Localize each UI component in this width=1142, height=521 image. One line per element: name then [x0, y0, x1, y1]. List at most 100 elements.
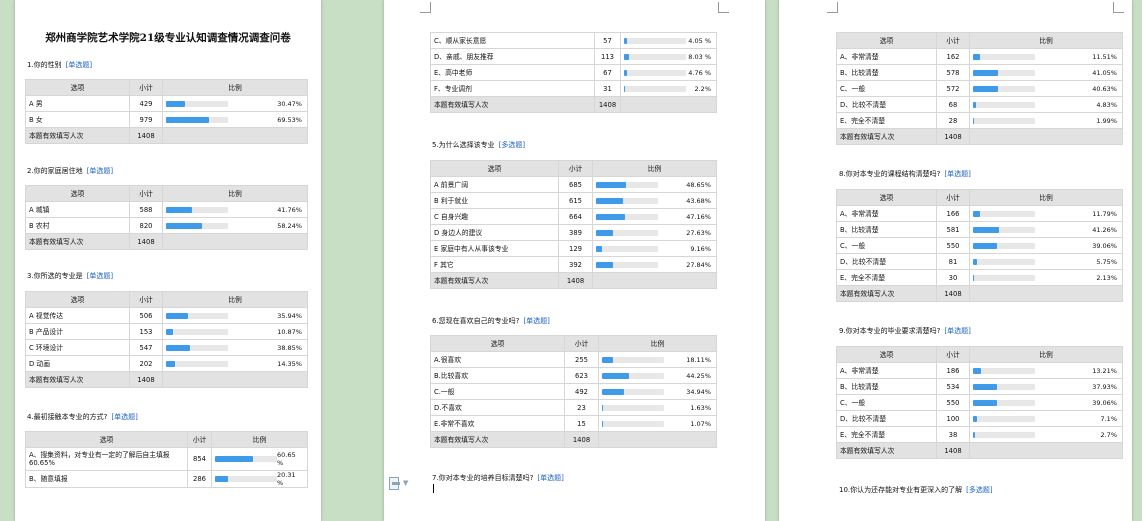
ratio-cell: 4.83%: [969, 96, 1123, 113]
document-title: 郑州商学院艺术学院21级专业认知调查情况调查问卷: [45, 32, 291, 44]
question-title: 8.你对本专业的课程结构清楚吗? [单选题]: [839, 169, 971, 179]
percentage-label: 13.21%: [1092, 366, 1117, 375]
ratio-bar-group: 39.06%: [973, 399, 1119, 407]
count-value: 68: [936, 96, 970, 113]
question-type-tag[interactable]: [单选题]: [944, 327, 970, 335]
percentage-label: 40.63%: [1092, 84, 1117, 93]
margin-corner-mark: [827, 2, 838, 13]
option-label: B 农村: [25, 217, 130, 234]
question-type-tag[interactable]: [单选题]: [111, 413, 137, 421]
option-header: 选项: [430, 160, 559, 177]
ratio-bar-group: 20.31 %: [215, 472, 304, 487]
question-type-tag[interactable]: [单选题]: [87, 167, 113, 175]
percentage-label: 35.94%: [277, 311, 302, 320]
option-label: C、一般: [836, 394, 937, 411]
question-type-tag[interactable]: [单选题]: [944, 170, 970, 178]
percentage-label: 10.87%: [277, 327, 302, 336]
question-text: 6.您现在喜欢自己的专业吗?: [432, 317, 520, 325]
option-label: D、亲戚、朋友推荐: [430, 48, 595, 65]
option-header: 选项: [25, 291, 130, 308]
total-count: 1408: [558, 272, 593, 289]
progress-bar: [166, 328, 228, 335]
option-label: F 其它: [430, 256, 559, 273]
count-value: 81: [936, 253, 970, 270]
table-row: C、一般 550 39.06%: [836, 237, 1123, 254]
progress-bar: [973, 210, 1035, 217]
progress-bar: [602, 388, 664, 395]
progress-fill: [215, 456, 253, 462]
ratio-bar-group: 60.65 %: [215, 451, 304, 467]
total-row: 本题有效填写人次 1408: [836, 442, 1123, 459]
ratio-cell: 30.47%: [162, 95, 308, 112]
ratio-header: 比例: [592, 160, 717, 177]
table-row: D 动画 202 14.35%: [25, 355, 308, 372]
option-label: B、比较清楚: [836, 378, 937, 395]
ratio-bar-group: 44.25%: [602, 372, 713, 380]
ratio-bar-group: 9.16%: [596, 245, 713, 253]
progress-fill: [973, 53, 981, 60]
ratio-cell: 4.05 %: [620, 32, 717, 49]
table-row: D、比较不清楚 100 7.1%: [836, 410, 1123, 427]
document-page-3: 选项 小计 比例 A、非常清楚 162 11.51% B、比较清楚 578 41.05% C、一般…: [779, 0, 1132, 521]
ratio-cell: 43.68%: [592, 192, 717, 209]
ratio-bar-group: 10.87%: [166, 328, 304, 336]
table-row: E、完全不清楚 28 1.99%: [836, 112, 1123, 129]
total-empty: [162, 233, 308, 250]
question-title: 6.您现在喜欢自己的专业吗? [单选题]: [432, 316, 550, 326]
count-value: 67: [594, 64, 621, 81]
percentage-label: 8.03 %: [688, 52, 711, 61]
percentage-label: 58.24%: [277, 221, 302, 230]
total-row: 本题有效填写人次 1408: [25, 371, 308, 388]
progress-fill: [596, 229, 614, 236]
total-count: 1408: [936, 128, 970, 145]
table-header-row: 选项 小计 比例: [430, 160, 717, 177]
option-label: C、一般: [836, 237, 937, 254]
paste-options-toolbar[interactable]: ▼: [388, 476, 408, 490]
progress-fill: [624, 69, 627, 76]
question-type-tag[interactable]: [单选题]: [87, 272, 113, 280]
ratio-cell: 2.13%: [969, 269, 1123, 286]
document-icon[interactable]: [388, 476, 400, 490]
chevron-down-icon[interactable]: ▼: [403, 479, 408, 487]
question-type-tag[interactable]: [单选题]: [537, 474, 563, 482]
option-label: A、搜集资料，对专业有一定的了解后自主填报 60.65%: [25, 447, 188, 471]
question-title: 5.为什么选择该专业 [多选题]: [432, 140, 525, 150]
ratio-cell: 20.31 %: [211, 470, 308, 488]
total-row: 本题有效填写人次 1408: [25, 127, 308, 144]
table-row: D、比较不清楚 81 5.75%: [836, 253, 1123, 270]
option-label: C 自身兴趣: [430, 208, 559, 225]
table-row: A、非常清楚 162 11.51%: [836, 48, 1123, 65]
question-type-tag[interactable]: [单选题]: [66, 61, 92, 69]
question-type-tag[interactable]: [单选题]: [523, 317, 549, 325]
percentage-label: 34.94%: [686, 387, 711, 396]
progress-fill: [166, 360, 175, 367]
ratio-cell: 18.11%: [598, 351, 717, 368]
option-label: B、比较清楚: [836, 221, 937, 238]
option-label: E、完全不清楚: [836, 269, 937, 286]
question-type-tag[interactable]: [多选题]: [966, 486, 992, 494]
question-title: 9.你对本专业的毕业要求清楚吗? [单选题]: [839, 326, 971, 336]
count-value: 15: [564, 415, 599, 432]
result-table: 选项 小计 比例 A、非常清楚 162 11.51% B、比较清楚 578 41.05% C、一般…: [836, 32, 1123, 145]
table-row: C.一般 492 34.94%: [430, 383, 717, 400]
progress-bar: [596, 245, 658, 252]
total-row: 本题有效填写人次 1408: [836, 285, 1123, 302]
ratio-header: 比例: [598, 335, 717, 352]
percentage-label: 4.76 %: [688, 68, 711, 77]
question-type-tag[interactable]: [多选题]: [499, 141, 525, 149]
ratio-header: 比例: [162, 291, 308, 308]
total-label: 本题有效填写人次: [430, 272, 559, 289]
ratio-bar-group: 69.53%: [166, 116, 304, 124]
total-count: 1408: [936, 285, 970, 302]
progress-bar: [166, 312, 228, 319]
progress-fill: [602, 372, 630, 379]
total-label: 本题有效填写人次: [25, 127, 130, 144]
total-row: 本题有效填写人次 1408: [25, 233, 308, 250]
count-header: 小计: [129, 79, 163, 96]
table-row: D、亲戚、朋友推荐 113 8.03 %: [430, 48, 717, 65]
ratio-bar-group: 7.1%: [973, 415, 1119, 423]
percentage-label: 18.11%: [686, 355, 711, 364]
table-row: A 前景广阔 685 48.65%: [430, 176, 717, 193]
percentage-label: 39.06%: [1092, 241, 1117, 250]
option-label: B、随意填报: [25, 470, 188, 488]
